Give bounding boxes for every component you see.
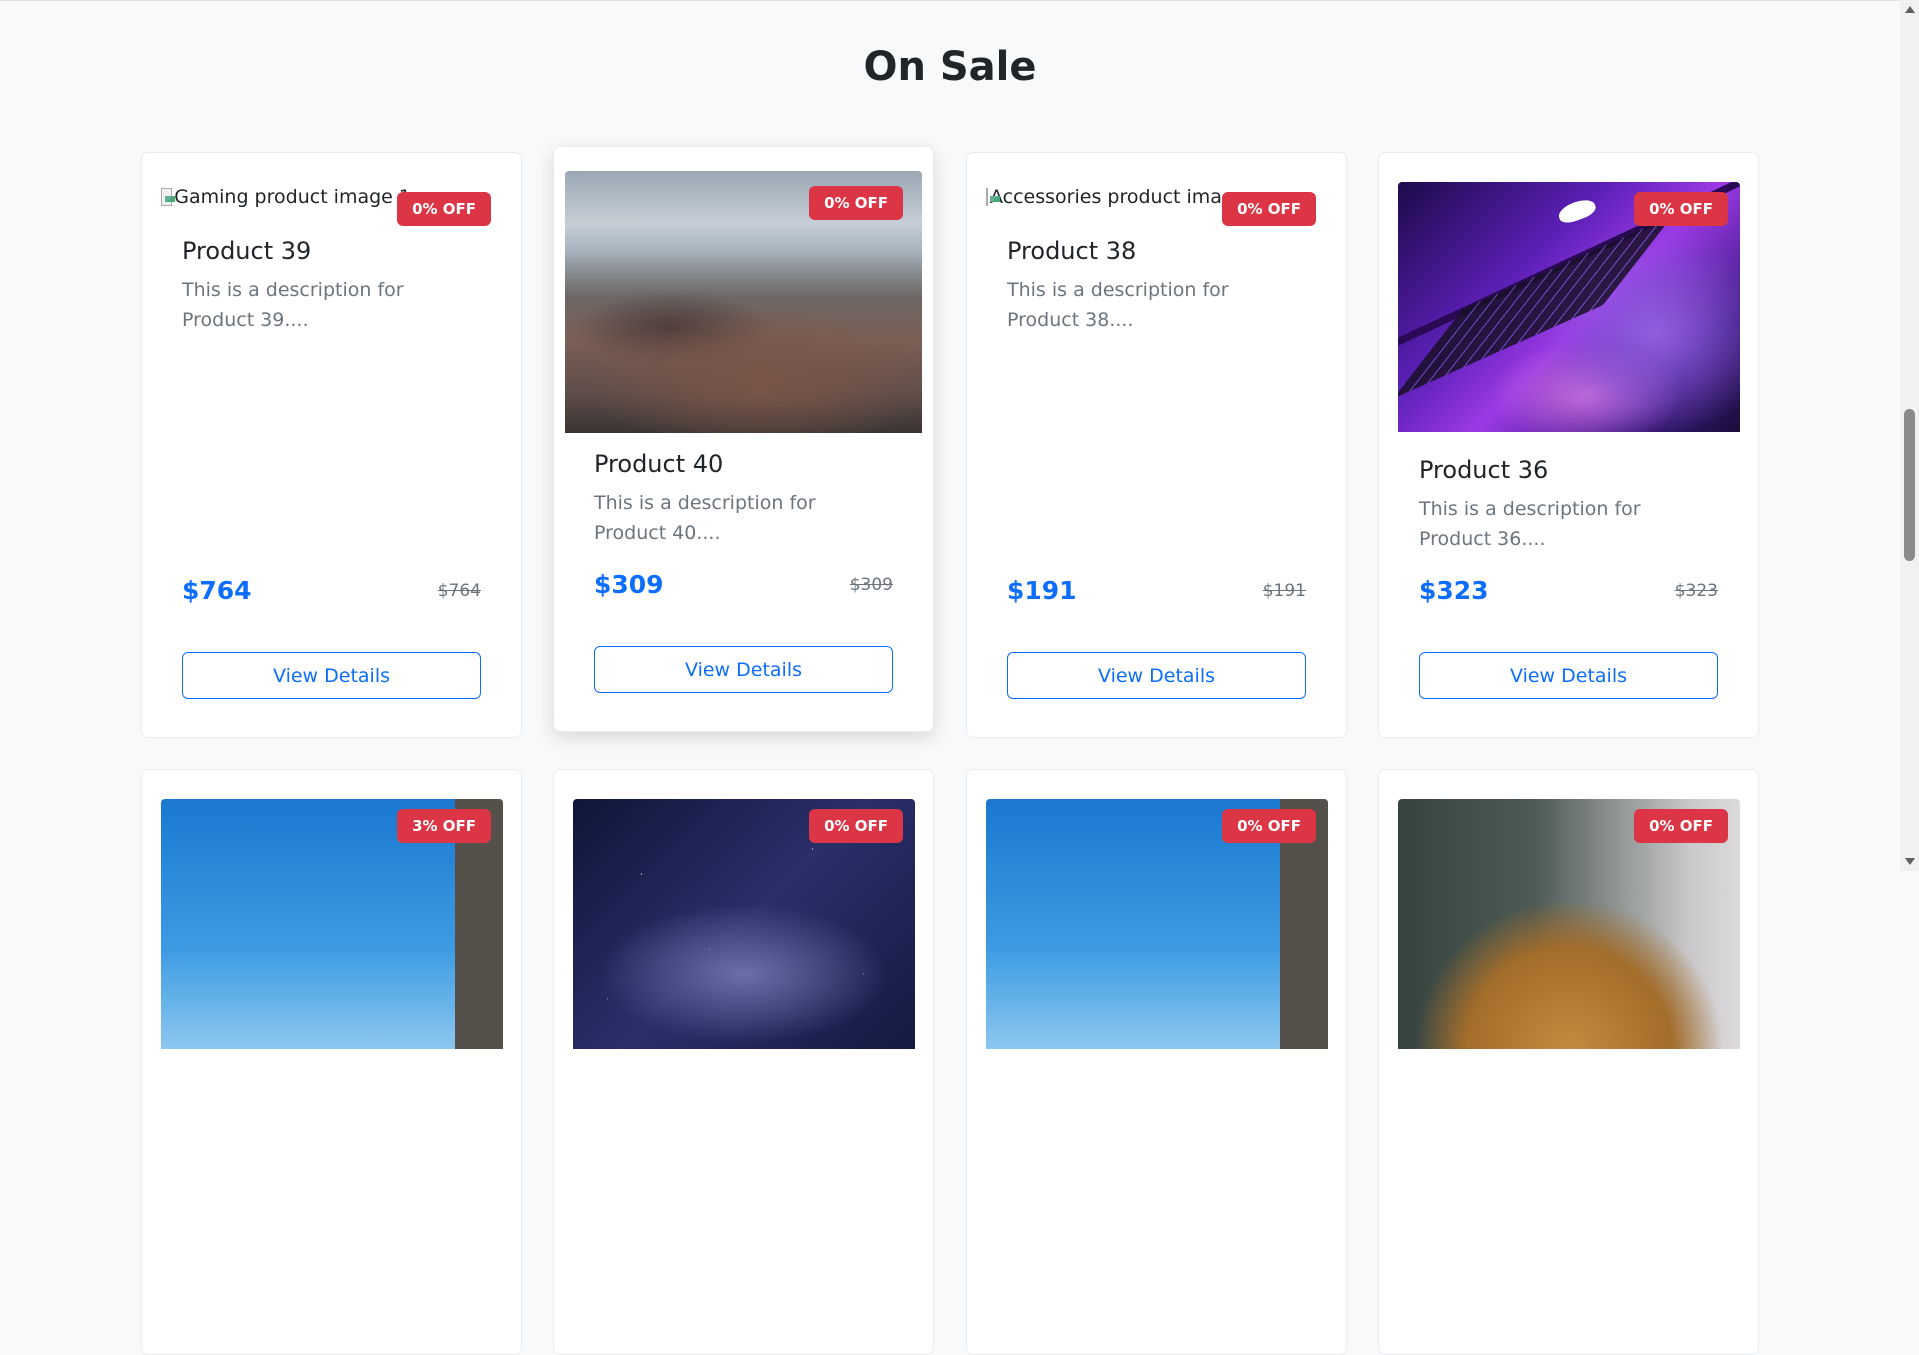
product-image-broken: Accessories product image [986, 182, 1236, 212]
original-price: $191 [1262, 580, 1306, 601]
product-card-row2-4: 0% OFF [1378, 769, 1759, 1355]
product-card-39: Gaming product image 1 0% OFF Product 39… [141, 152, 522, 738]
on-sale-section: On Sale Gaming product image 1 0% OFF Pr… [0, 0, 1900, 1355]
product-card-40: 0% OFF Product 40 This is a description … [553, 146, 934, 732]
original-price: $764 [437, 580, 481, 601]
product-title: Product 39 [182, 237, 312, 265]
original-price: $309 [849, 574, 893, 595]
view-details-button[interactable]: View Details [594, 646, 893, 693]
image-alt-text: Gaming product image 1 [174, 186, 411, 208]
product-card-row2-3: 0% OFF [966, 769, 1347, 1355]
price-row: $323 $323 [1419, 576, 1718, 605]
vertical-scrollbar[interactable] [1900, 0, 1919, 871]
product-description: This is a description for Product 40.... [594, 492, 816, 544]
sale-price: $323 [1419, 576, 1489, 605]
section-title: On Sale [863, 44, 1037, 90]
discount-badge: 3% OFF [397, 809, 491, 843]
product-card-row2-1: 3% OFF [141, 769, 522, 1355]
product-title: Product 40 [594, 450, 724, 478]
sale-price: $764 [182, 576, 252, 605]
product-description: This is a description for Product 36.... [1419, 498, 1641, 550]
discount-badge: 0% OFF [397, 192, 491, 226]
original-price: $323 [1674, 580, 1718, 601]
product-description: This is a description for Product 38.... [1007, 279, 1229, 331]
product-card-row2-2: 0% OFF [553, 769, 934, 1355]
broken-image-icon [161, 188, 176, 206]
scroll-up-arrow-icon[interactable] [1905, 6, 1915, 13]
card-body: Product 38 This is a description for Pro… [1007, 237, 1306, 335]
price-row: $309 $309 [594, 570, 893, 599]
sale-price: $191 [1007, 576, 1077, 605]
discount-badge: 0% OFF [809, 809, 903, 843]
laptop-logo-graphic [1556, 196, 1598, 226]
broken-image-icon [986, 188, 1000, 206]
discount-badge: 0% OFF [1634, 809, 1728, 843]
product-card-38: Accessories product image 0% OFF Product… [966, 152, 1347, 738]
scroll-down-arrow-icon[interactable] [1905, 858, 1915, 865]
discount-badge: 0% OFF [1634, 192, 1728, 226]
view-details-button[interactable]: View Details [182, 652, 481, 699]
price-row: $764 $764 [182, 576, 481, 605]
discount-badge: 0% OFF [1222, 809, 1316, 843]
card-body: Product 40 This is a description for Pro… [594, 450, 893, 548]
price-row: $191 $191 [1007, 576, 1306, 605]
view-details-button[interactable]: View Details [1007, 652, 1306, 699]
view-details-button[interactable]: View Details [1419, 652, 1718, 699]
discount-badge: 0% OFF [809, 186, 903, 220]
product-card-36: 0% OFF Product 36 This is a description … [1378, 152, 1759, 738]
product-title: Product 36 [1419, 456, 1549, 484]
image-alt-text: Accessories product image [990, 186, 1236, 208]
sale-price: $309 [594, 570, 664, 599]
scrollbar-thumb[interactable] [1904, 409, 1915, 561]
discount-badge: 0% OFF [1222, 192, 1316, 226]
card-body: Product 36 This is a description for Pro… [1419, 456, 1718, 554]
product-description: This is a description for Product 39.... [182, 279, 404, 331]
product-title: Product 38 [1007, 237, 1137, 265]
keyboard-graphic [1398, 215, 1674, 399]
card-body: Product 39 This is a description for Pro… [182, 237, 481, 335]
product-image-broken: Gaming product image 1 [161, 182, 411, 212]
